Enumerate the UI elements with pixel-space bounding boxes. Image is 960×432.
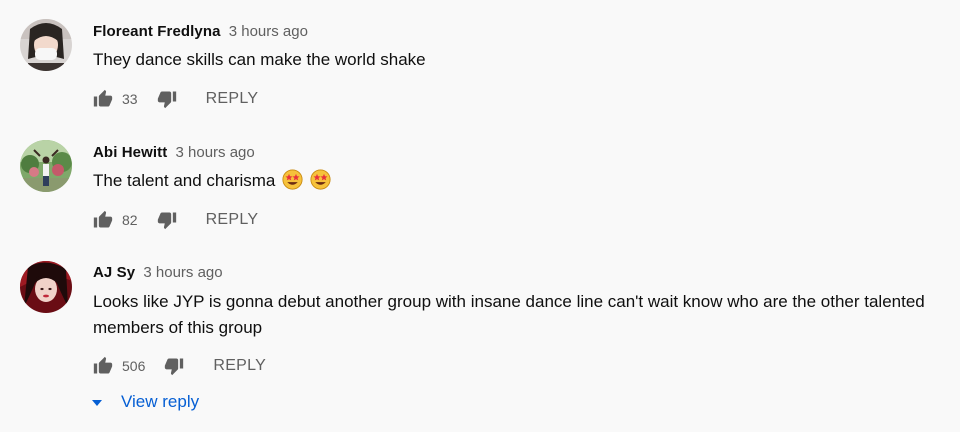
star-struck-emoji-icon <box>310 169 331 190</box>
like-count: 33 <box>122 91 138 107</box>
comment-text: The talent and charisma <box>93 168 953 194</box>
like-count: 506 <box>122 358 146 374</box>
comment-actions: 82 REPLY <box>92 208 258 232</box>
comment-header: AJ Sy 3 hours ago <box>93 264 223 282</box>
view-reply-button[interactable]: View reply <box>90 392 199 412</box>
comment-header: Abi Hewitt 3 hours ago <box>93 144 255 162</box>
thumbs-up-icon[interactable] <box>92 355 114 377</box>
comment-timestamp[interactable]: 3 hours ago <box>176 144 255 161</box>
reply-button[interactable]: REPLY <box>213 357 266 375</box>
author-name[interactable]: Floreant Fredlyna <box>93 23 221 40</box>
comment-timestamp[interactable]: 3 hours ago <box>143 264 222 281</box>
comment-header: Floreant Fredlyna 3 hours ago <box>93 23 308 41</box>
comment-timestamp[interactable]: 3 hours ago <box>229 23 308 40</box>
comments-section: Floreant Fredlyna 3 hours ago They dance… <box>0 0 960 432</box>
avatar[interactable] <box>20 19 72 71</box>
reply-button[interactable]: REPLY <box>206 90 259 108</box>
thumbs-up-icon[interactable] <box>92 88 114 110</box>
thumbs-down-icon[interactable] <box>156 209 178 231</box>
comment-text-content: The talent and charisma <box>93 171 276 190</box>
thumbs-up-icon[interactable] <box>92 209 114 231</box>
thumbs-down-icon[interactable] <box>156 88 178 110</box>
reply-button[interactable]: REPLY <box>206 211 259 229</box>
comment-actions: 506 REPLY <box>92 354 266 378</box>
avatar[interactable] <box>20 140 72 192</box>
comment-text: They dance skills can make the world sha… <box>93 50 426 69</box>
author-name[interactable]: Abi Hewitt <box>93 144 167 161</box>
avatar[interactable] <box>20 261 72 313</box>
author-name[interactable]: AJ Sy <box>93 264 135 281</box>
thumbs-down-icon[interactable] <box>163 355 185 377</box>
comment-text: Looks like JYP is gonna debut another gr… <box>93 292 925 337</box>
view-reply-label: View reply <box>121 392 200 411</box>
star-struck-emoji-icon <box>282 169 303 190</box>
comment-actions: 33 REPLY <box>92 87 258 111</box>
caret-down-icon <box>90 395 104 409</box>
like-count: 82 <box>122 212 138 228</box>
